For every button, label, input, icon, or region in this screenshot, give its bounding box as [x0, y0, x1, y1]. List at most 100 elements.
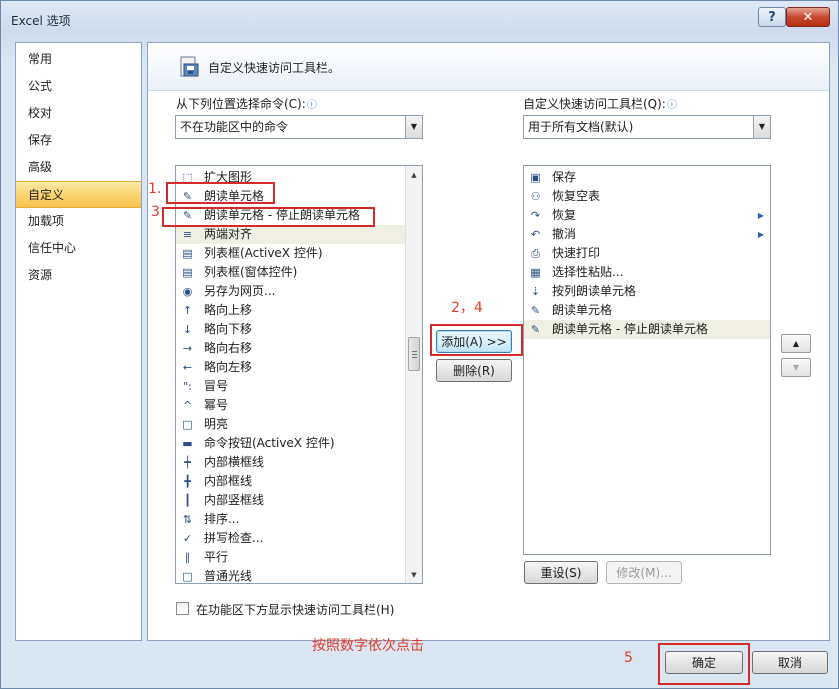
- list-item[interactable]: ▦ 选择性粘贴...: [524, 263, 770, 282]
- list-item[interactable]: ✓ 拼写检查...: [176, 529, 405, 548]
- list-item-label: 命令按钮(ActiveX 控件): [204, 436, 335, 450]
- arrow-up-icon: ▲: [792, 339, 800, 348]
- inner-border-icon: ╋: [184, 475, 191, 488]
- list-item-label: 恢复: [552, 208, 577, 222]
- annotation-box-add: [430, 324, 523, 356]
- list-item[interactable]: ⇅ 排序...: [176, 510, 405, 529]
- annotation-hint: 按照数字依次点击: [312, 638, 424, 654]
- customize-toolbar-label: 自定义快速访问工具栏(Q):ⓘ: [523, 97, 677, 111]
- nav-item-trust-center[interactable]: 信任中心: [16, 235, 141, 262]
- normal-light-icon: □: [182, 570, 193, 583]
- list-item-label: 选择性粘贴...: [552, 265, 624, 279]
- stop-speak-icon: ✎: [530, 323, 541, 336]
- list-item-label: 朗读单元格: [552, 303, 613, 317]
- choose-commands-combo[interactable]: 不在功能区中的命令 ▼: [175, 115, 423, 139]
- available-commands-list[interactable]: ⬚ 扩大图形 ✎ 朗读单元格 ✎ 朗读单元格 - 停止朗读单元格 ≡ 两端对齐 ▤ 列表框(Act…: [175, 165, 423, 584]
- available-commands-scrollbar[interactable]: ▲ ▼: [405, 166, 422, 583]
- bright-icon: □: [182, 418, 193, 431]
- remove-button[interactable]: 删除(R): [436, 359, 512, 382]
- list-item[interactable]: ": 冒号: [176, 377, 405, 396]
- command-button-icon: ▬: [182, 437, 193, 450]
- nav-item-addins[interactable]: 加载项: [16, 208, 141, 235]
- list-item[interactable]: □ 普通光线: [176, 567, 405, 583]
- customize-toolbar-combo[interactable]: 用于所有文档(默认) ▼: [523, 115, 771, 139]
- list-item-label: 普通光线: [204, 569, 253, 583]
- list-item-label: 内部竖框线: [204, 493, 265, 507]
- nav-item-save[interactable]: 保存: [16, 127, 141, 154]
- list-item[interactable]: ◉ 另存为网页...: [176, 282, 405, 301]
- nav-item-proofing[interactable]: 校对: [16, 100, 141, 127]
- title-bar[interactable]: Excel 选项 ? ✕: [1, 1, 838, 35]
- list-item[interactable]: ╋ 内部框线: [176, 472, 405, 491]
- list-item-label: 保存: [552, 170, 577, 184]
- info-icon: ⓘ: [306, 100, 317, 111]
- spell-check-icon: ✓: [182, 532, 193, 545]
- list-item[interactable]: ┿ 内部横框线: [176, 453, 405, 472]
- list-item[interactable]: ┃ 内部竖框线: [176, 491, 405, 510]
- inner-horizontal-border-icon: ┿: [184, 456, 191, 469]
- justify-icon: ≡: [182, 228, 193, 241]
- nav-item-common[interactable]: 常用: [16, 46, 141, 73]
- list-item-label: 列表框(ActiveX 控件): [204, 246, 323, 260]
- submenu-arrow-icon: ▶: [757, 230, 764, 239]
- nav-item-formulas[interactable]: 公式: [16, 73, 141, 100]
- scroll-thumb[interactable]: [408, 337, 420, 371]
- list-item[interactable]: ▣ 保存: [524, 168, 770, 187]
- chevron-down-icon[interactable]: ▼: [753, 116, 770, 138]
- submenu-arrow-icon: ▶: [757, 211, 764, 220]
- list-item[interactable]: ▤ 列表框(窗体控件): [176, 263, 405, 282]
- list-item[interactable]: □ 明亮: [176, 415, 405, 434]
- list-item[interactable]: ⚇ 恢复空表: [524, 187, 770, 206]
- customize-toolbar-value: 用于所有文档(默认): [528, 120, 634, 134]
- cancel-button[interactable]: 取消: [752, 651, 828, 674]
- scroll-up-icon[interactable]: ▲: [406, 166, 422, 183]
- list-item[interactable]: ^ 幂号: [176, 396, 405, 415]
- choose-commands-value: 不在功能区中的命令: [180, 120, 289, 134]
- nav-item-resources[interactable]: 资源: [16, 262, 141, 289]
- show-below-ribbon-label: 在功能区下方显示快速访问工具栏(H): [196, 603, 395, 617]
- list-item[interactable]: ↑ 略向上移: [176, 301, 405, 320]
- parallel-icon: ∥: [184, 551, 191, 564]
- list-item[interactable]: ✎ 朗读单元格 - 停止朗读单元格: [524, 320, 770, 339]
- chevron-down-icon[interactable]: ▼: [405, 116, 422, 138]
- list-item[interactable]: ✎ 朗读单元格: [524, 301, 770, 320]
- nav-item-advanced[interactable]: 高级: [16, 154, 141, 181]
- listbox-activex-icon: ▤: [182, 247, 193, 260]
- list-item[interactable]: ↓ 略向下移: [176, 320, 405, 339]
- move-up-button[interactable]: ▲: [781, 334, 811, 353]
- list-item[interactable]: ← 略向左移: [176, 358, 405, 377]
- list-item[interactable]: ⎙ 快速打印: [524, 244, 770, 263]
- help-button[interactable]: ?: [758, 7, 786, 27]
- list-item-label: 内部框线: [204, 474, 253, 488]
- list-item-label: 冒号: [204, 379, 229, 393]
- list-item-label: 拼写检查...: [204, 531, 264, 545]
- list-item[interactable]: ⇣ 按列朗读单元格: [524, 282, 770, 301]
- show-below-ribbon-checkbox[interactable]: [176, 602, 189, 615]
- restore-table-icon: ⚇: [530, 190, 541, 203]
- list-item-label: 内部横框线: [204, 455, 265, 469]
- list-item[interactable]: → 略向右移: [176, 339, 405, 358]
- annotation-step-1: 1.: [148, 181, 162, 197]
- list-item-label: 按列朗读单元格: [552, 284, 637, 298]
- quick-access-toolbar-icon: [180, 56, 199, 77]
- reset-button[interactable]: 重设(S): [524, 561, 598, 584]
- list-item-label: 另存为网页...: [204, 284, 276, 298]
- listbox-form-icon: ▤: [182, 266, 193, 279]
- annotation-box-ok: [658, 643, 750, 685]
- panel-title: 自定义快速访问工具栏。: [208, 61, 341, 75]
- nudge-down-icon: ↓: [182, 323, 193, 336]
- list-item[interactable]: ▤ 列表框(ActiveX 控件): [176, 244, 405, 263]
- scroll-down-icon[interactable]: ▼: [406, 566, 422, 583]
- list-item[interactable]: ▬ 命令按钮(ActiveX 控件): [176, 434, 405, 453]
- toolbar-commands-list[interactable]: ▣ 保存 ⚇ 恢复空表 ↷ 恢复 ▶ ↶ 撤消 ▶ ⎙ 快速打印 ▦ 选择性粘贴... ⇣ 按列朗读单元格 ✎ 朗…: [523, 165, 771, 555]
- move-down-button[interactable]: ▼: [781, 358, 811, 377]
- list-item[interactable]: ↷ 恢复 ▶: [524, 206, 770, 225]
- list-item[interactable]: ≡ 两端对齐: [176, 225, 405, 244]
- list-item[interactable]: ∥ 平行: [176, 548, 405, 567]
- list-item[interactable]: ↶ 撤消 ▶: [524, 225, 770, 244]
- nav-item-customize[interactable]: 自定义: [16, 181, 141, 208]
- power-icon: ^: [182, 399, 193, 412]
- close-button[interactable]: ✕: [786, 7, 830, 27]
- quick-print-icon: ⎙: [531, 247, 540, 260]
- list-item-label: 快速打印: [552, 246, 601, 260]
